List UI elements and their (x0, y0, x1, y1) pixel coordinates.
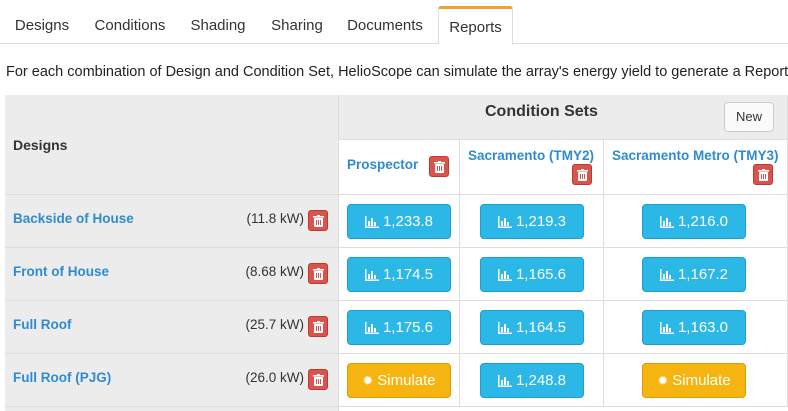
bar-chart-icon (659, 216, 674, 228)
condition-set-link[interactable]: Sacramento (TMY2) (468, 148, 594, 163)
report-button[interactable]: 1,164.5 (480, 310, 584, 345)
report-value: 1,233.8 (382, 213, 434, 230)
report-value: 1,216.0 (677, 213, 729, 230)
design-link[interactable]: Full Roof (PJG) (13, 370, 111, 385)
design-power: (26.0 kW) (245, 370, 304, 385)
report-value: 1,167.2 (677, 266, 729, 283)
report-value: 1,163.0 (677, 319, 729, 336)
report-value: 1,174.5 (382, 266, 434, 283)
design-link[interactable]: Front of House (13, 264, 109, 279)
report-value: 1,175.6 (382, 319, 434, 336)
tab-documents[interactable]: Documents (334, 8, 436, 44)
tab-shading[interactable]: Shading (176, 8, 260, 44)
trash-icon (758, 169, 769, 181)
delete-condition-set-button[interactable] (429, 156, 449, 177)
bar-chart-icon (364, 216, 379, 228)
trash-icon (313, 268, 324, 280)
new-condition-set-button[interactable]: New (724, 102, 774, 132)
trash-icon (313, 374, 324, 386)
design-cell (5, 407, 339, 411)
report-button[interactable]: 1,163.0 (642, 310, 746, 345)
condition-set-link[interactable]: Sacramento Metro (TMY3) (612, 148, 779, 163)
intro-text: For each combination of Design and Condi… (6, 64, 788, 80)
bar-chart-icon (497, 216, 512, 228)
tab-reports[interactable]: Reports (438, 6, 513, 45)
bar-chart-icon (364, 322, 379, 334)
report-button[interactable]: 1,174.5 (347, 257, 451, 292)
design-link[interactable]: Backside of House (13, 211, 134, 226)
delete-design-button[interactable] (308, 210, 328, 231)
report-button[interactable]: 1,175.6 (347, 310, 451, 345)
bar-chart-icon (659, 322, 674, 334)
gear-icon: ✹ (362, 373, 374, 388)
gear-icon: ✹ (657, 373, 669, 388)
designs-header: Designs (13, 137, 68, 153)
report-button[interactable]: 1,165.6 (480, 257, 584, 292)
report-button[interactable]: 1,219.3 (480, 204, 584, 239)
delete-design-button[interactable] (308, 369, 328, 390)
design-link[interactable]: Full Roof (13, 317, 71, 332)
condition-sets-header: Condition Sets (485, 103, 598, 120)
trash-icon (313, 215, 324, 227)
tab-sharing[interactable]: Sharing (260, 8, 334, 44)
delete-design-button[interactable] (308, 316, 328, 337)
bar-chart-icon (659, 269, 674, 281)
delete-condition-set-button[interactable] (572, 164, 592, 185)
bar-chart-icon (497, 322, 512, 334)
bar-chart-icon (497, 269, 512, 281)
trash-icon (577, 169, 588, 181)
design-power: (8.68 kW) (245, 264, 304, 279)
report-value: 1,165.6 (515, 266, 567, 283)
report-button[interactable]: 1,167.2 (642, 257, 746, 292)
tab-bar: Designs Conditions Shading Sharing Docum… (0, 0, 788, 45)
design-power: (11.8 kW) (246, 211, 304, 226)
design-power: (25.7 kW) (245, 317, 304, 332)
tab-designs[interactable]: Designs (0, 8, 84, 44)
delete-design-button[interactable] (308, 263, 328, 284)
report-button[interactable]: 1,248.8 (480, 363, 584, 398)
simulate-button[interactable]: ✹ Simulate (642, 363, 746, 398)
report-value: 1,219.3 (515, 213, 567, 230)
report-button[interactable]: 1,233.8 (347, 204, 451, 239)
trash-icon (313, 321, 324, 333)
trash-icon (434, 161, 445, 173)
delete-condition-set-button[interactable] (753, 164, 773, 185)
report-value: 1,248.8 (515, 372, 567, 389)
bar-chart-icon (364, 269, 379, 281)
condition-set-link[interactable]: Prospector (347, 157, 418, 172)
simulate-button[interactable]: ✹ Simulate (347, 363, 451, 398)
bar-chart-icon (497, 375, 512, 387)
simulate-label: Simulate (377, 372, 436, 389)
tab-conditions[interactable]: Conditions (84, 8, 176, 44)
report-value: 1,164.5 (515, 319, 567, 336)
simulate-label: Simulate (672, 372, 731, 389)
report-button[interactable]: 1,216.0 (642, 204, 746, 239)
